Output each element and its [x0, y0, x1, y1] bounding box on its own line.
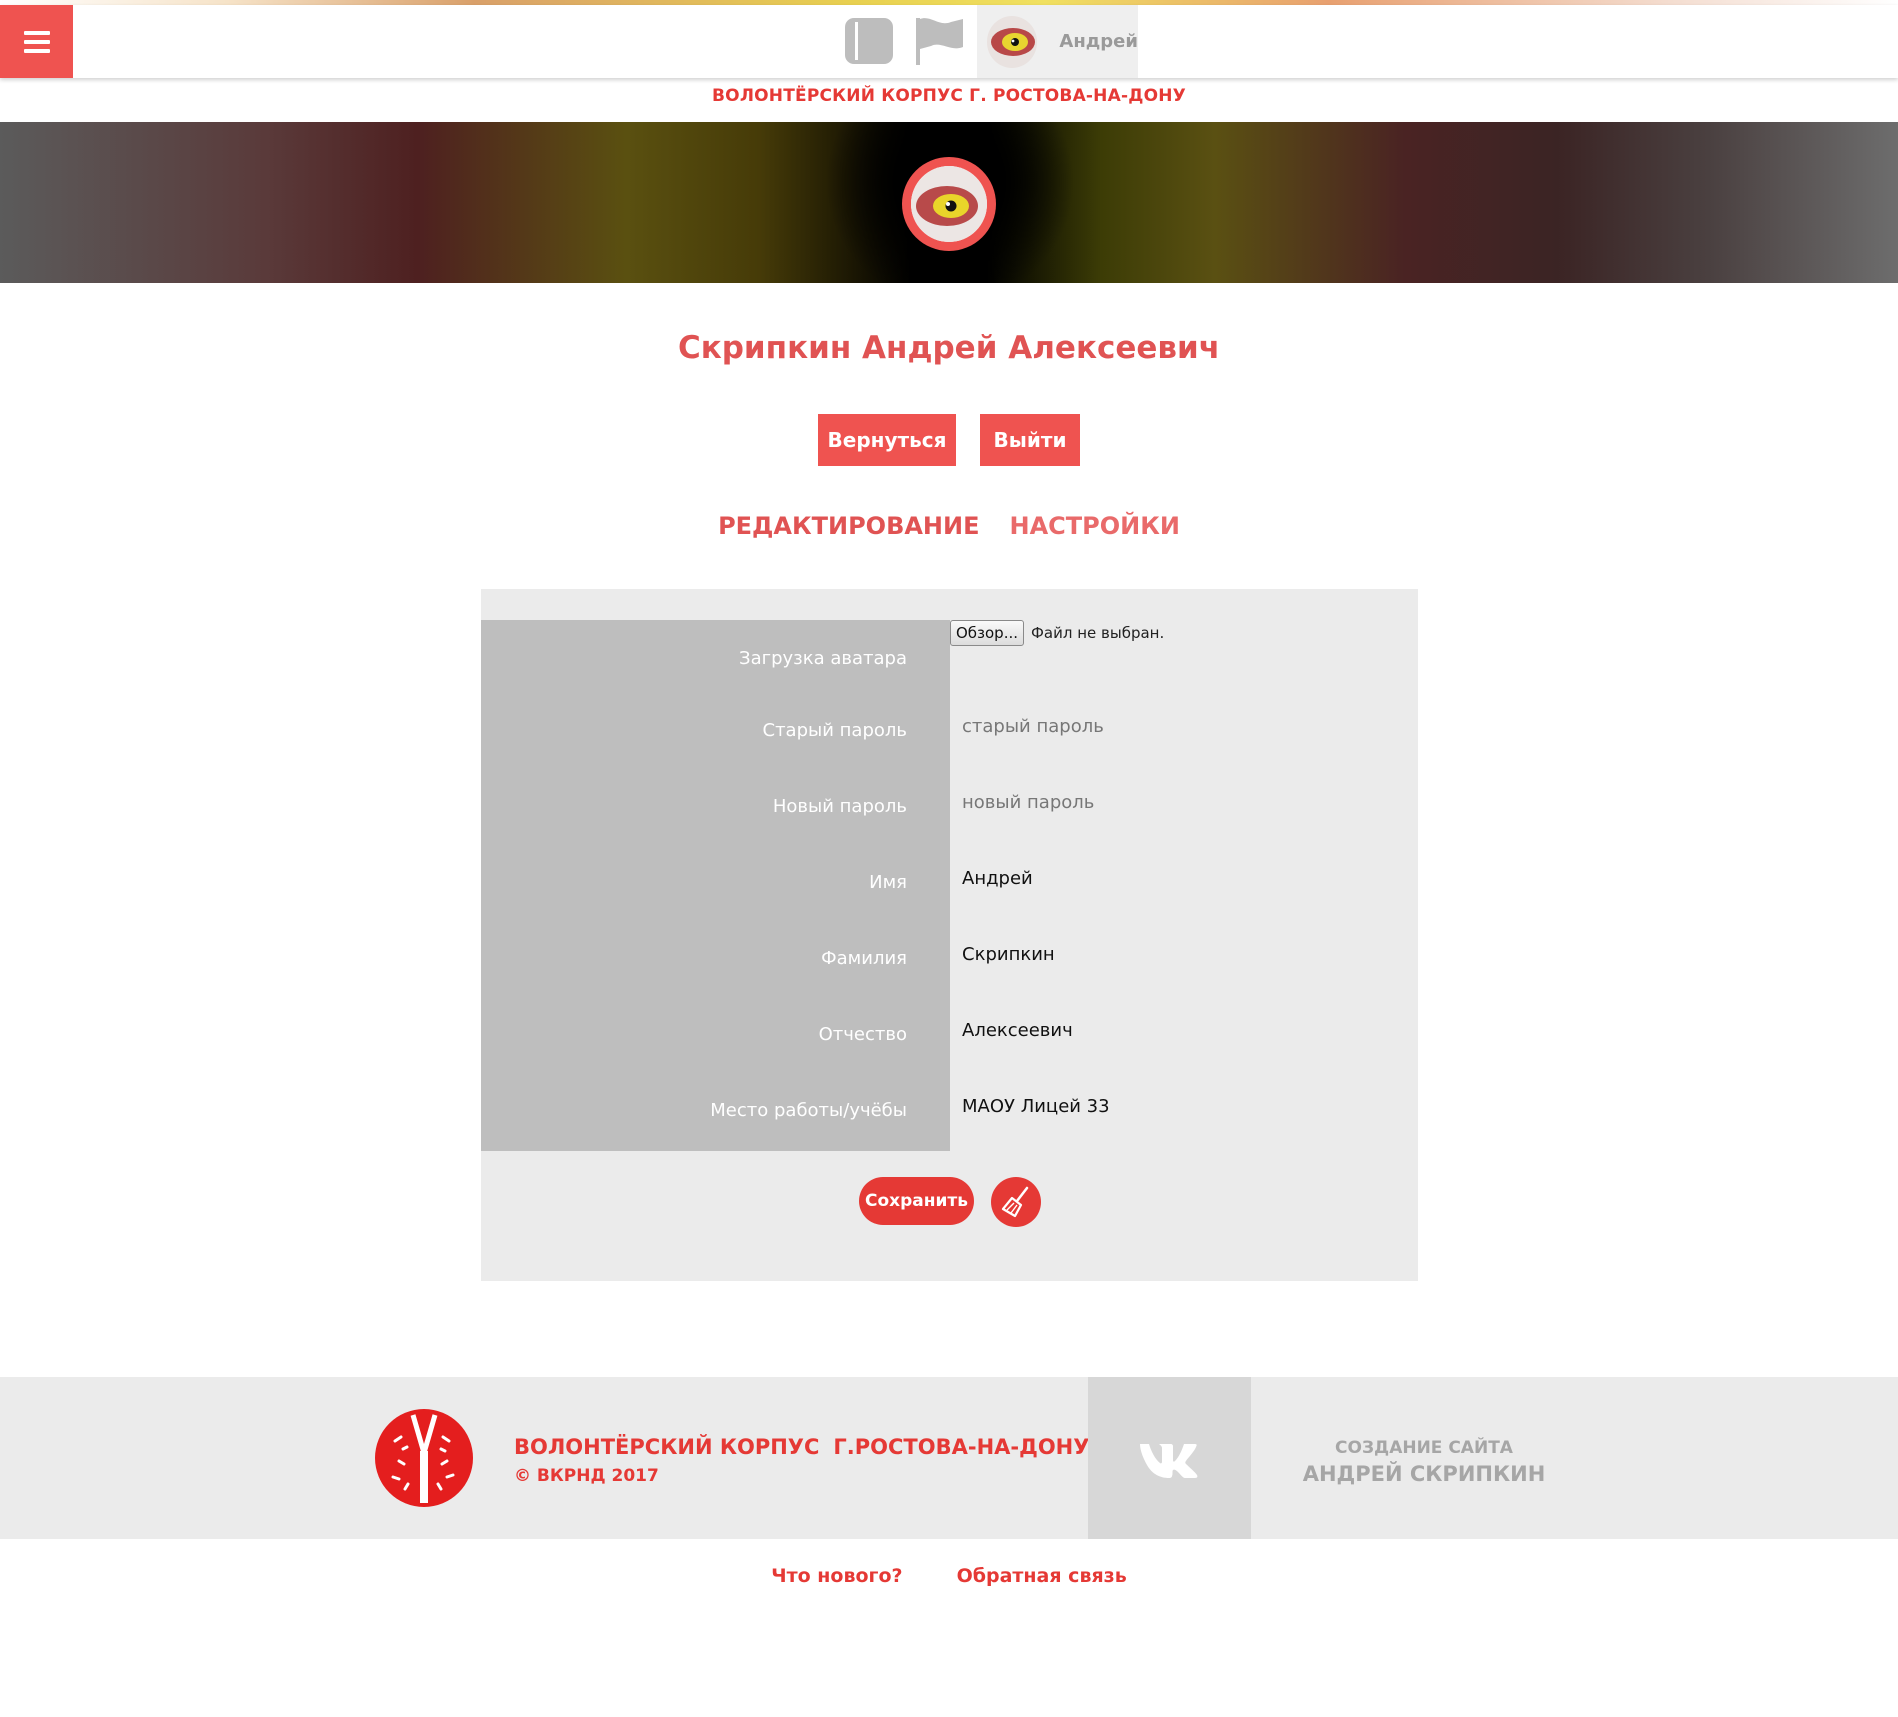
profile-tabs: РЕДАКТИРОВАНИЕ НАСТРОЙКИ: [0, 512, 1898, 540]
user-name: Андрей: [1059, 31, 1138, 52]
profile-full-name: Скрипкин Андрей Алексеевич: [677, 330, 1221, 366]
hamburger-menu-button[interactable]: [0, 5, 73, 78]
back-button[interactable]: Вернуться: [818, 414, 956, 466]
old-password-input[interactable]: старый пароль: [962, 716, 1104, 737]
form-row-patronymic: Отчество Алексеевич: [481, 1000, 1418, 1076]
site-credit: СОЗДАНИЕ САЙТА АНДРЕЙ СКРИПКИН: [1300, 1438, 1548, 1486]
last-name-label: Фамилия: [821, 948, 907, 969]
top-header: Андрей: [0, 5, 1898, 78]
tab-settings[interactable]: НАСТРОЙКИ: [1010, 512, 1180, 540]
avatar-file-input: Обзор... Файл не выбран.: [950, 620, 1164, 646]
file-status-text: Файл не выбран.: [1031, 624, 1165, 642]
profile-banner: [0, 122, 1898, 283]
flag-icon[interactable]: [913, 15, 965, 67]
form-row-new-password: Новый пароль новый пароль: [481, 772, 1418, 848]
form-row-first-name: Имя Андрей: [481, 848, 1418, 924]
browse-file-button[interactable]: Обзор...: [950, 620, 1024, 646]
tab-editing[interactable]: РЕДАКТИРОВАНИЕ: [718, 512, 979, 540]
footer-copyright: © ВКРНД 2017: [514, 1466, 659, 1486]
credit-line-1: СОЗДАНИЕ САЙТА: [1335, 1438, 1513, 1458]
vk-link[interactable]: [1088, 1377, 1251, 1539]
form-row-workplace: Место работы/учёбы МАОУ Лицей 33: [481, 1076, 1418, 1152]
new-password-label: Новый пароль: [772, 796, 907, 817]
patronymic-input[interactable]: Алексеевич: [962, 1020, 1073, 1041]
user-menu[interactable]: Андрей: [977, 5, 1138, 78]
patronymic-label: Отчество: [818, 1024, 907, 1045]
site-subtitle: ВОЛОНТЁРСКИЙ КОРПУС Г. РОСТОВА-НА-ДОНУ: [712, 86, 1186, 106]
form-row-old-password: Старый пароль старый пароль: [481, 696, 1418, 772]
first-name-input[interactable]: Андрей: [962, 868, 1033, 889]
sidebar-panel-icon[interactable]: [843, 15, 895, 67]
form-row-last-name: Фамилия Скрипкин: [481, 924, 1418, 1000]
menu-icon: [23, 30, 50, 35]
avatar-upload-label: Загрузка аватара: [739, 648, 907, 669]
footer-title: ВОЛОНТЁРСКИЙ КОРПУС Г.РОСТОВА-НА-ДОНУ: [514, 1435, 1090, 1459]
volunteer-corps-logo: [375, 1409, 473, 1507]
site-footer: ВОЛОНТЁРСКИЙ КОРПУС Г.РОСТОВА-НА-ДОНУ © В…: [0, 1377, 1898, 1539]
last-name-input[interactable]: Скрипкин: [962, 944, 1055, 965]
clear-form-button[interactable]: [991, 1177, 1041, 1227]
workplace-input[interactable]: МАОУ Лицей 33: [962, 1096, 1110, 1117]
logout-button[interactable]: Выйти: [980, 414, 1080, 466]
avatar: [987, 15, 1038, 68]
vk-icon: [1139, 1444, 1197, 1478]
whats-new-link[interactable]: Что нового?: [771, 1565, 902, 1587]
save-button[interactable]: Сохранить: [859, 1177, 974, 1225]
first-name-label: Имя: [869, 872, 907, 893]
feedback-link[interactable]: Обратная связь: [957, 1565, 1127, 1587]
old-password-label: Старый пароль: [762, 720, 908, 741]
broom-icon: [1001, 1186, 1029, 1218]
profile-edit-form: Загрузка аватара Обзор... Файл не выбран…: [481, 589, 1418, 1281]
workplace-label: Место работы/учёбы: [710, 1100, 907, 1121]
new-password-input[interactable]: новый пароль: [962, 792, 1094, 813]
credit-line-2: АНДРЕЙ СКРИПКИН: [1302, 1462, 1546, 1486]
profile-avatar: [902, 157, 996, 251]
bottom-links: Что нового? Обратная связь: [0, 1565, 1898, 1587]
